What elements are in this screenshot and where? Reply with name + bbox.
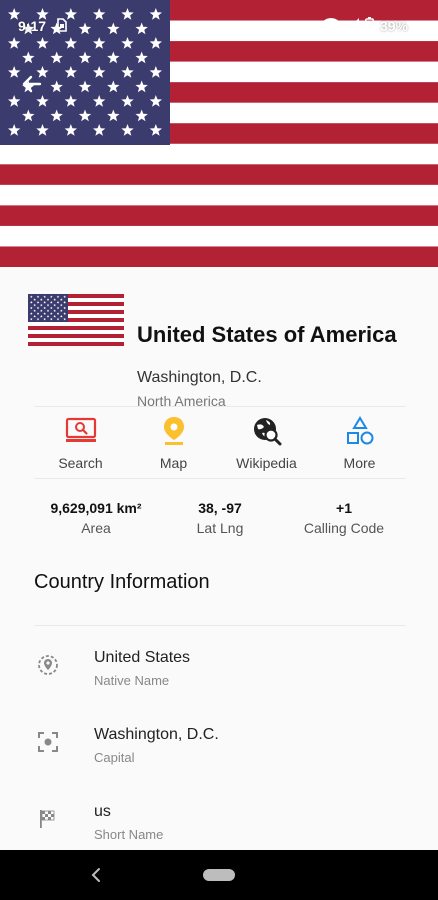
info-value: Washington, D.C. bbox=[94, 726, 219, 743]
info-label: Native Name bbox=[94, 673, 170, 688]
wikipedia-label: Wikipedia bbox=[236, 455, 297, 471]
search-label: Search bbox=[58, 455, 103, 471]
info-row-native-name[interactable]: United States Native Name bbox=[0, 649, 438, 709]
battery-percent: 39% bbox=[379, 18, 408, 34]
divider bbox=[34, 625, 406, 626]
sim-icon bbox=[56, 17, 68, 35]
stat-value: 38, -97 bbox=[198, 500, 242, 516]
stat-label: Lat Lng bbox=[196, 520, 244, 536]
country-capital: Washington, D.C. bbox=[137, 369, 262, 386]
back-button[interactable] bbox=[14, 66, 50, 102]
center-focus-icon bbox=[36, 730, 60, 754]
stat-calling-code: +1 Calling Code bbox=[268, 500, 420, 536]
location-target-icon bbox=[36, 653, 60, 677]
search-monitor-icon bbox=[65, 415, 97, 447]
signal-icon bbox=[344, 17, 359, 35]
content-panel: United States of America Washington, D.C… bbox=[0, 267, 438, 850]
stats-row: 9,629,091 km² Area 38, -97 Lat Lng +1 Ca… bbox=[20, 500, 420, 536]
info-row-capital[interactable]: Washington, D.C. Capital bbox=[0, 726, 438, 786]
status-bar: 9:17 39% bbox=[0, 0, 438, 52]
map-button[interactable]: Map bbox=[127, 415, 220, 471]
info-value: us bbox=[94, 803, 111, 820]
country-flag-thumbnail bbox=[28, 294, 124, 347]
wikipedia-button[interactable]: Wikipedia bbox=[220, 415, 313, 471]
stat-label: Calling Code bbox=[303, 520, 385, 536]
wikipedia-globe-icon bbox=[252, 415, 282, 447]
stat-value: 9,629,091 km² bbox=[50, 500, 142, 516]
stat-label: Area bbox=[81, 520, 111, 536]
status-time: 9:17 bbox=[18, 18, 47, 34]
stat-latlng: 38, -97 Lat Lng bbox=[172, 500, 268, 536]
arrow-left-icon bbox=[22, 75, 42, 93]
nav-home-pill[interactable] bbox=[203, 869, 235, 881]
system-nav-bar bbox=[0, 850, 438, 900]
shapes-icon bbox=[345, 415, 375, 447]
info-label: Capital bbox=[94, 750, 135, 765]
more-button[interactable]: More bbox=[313, 415, 406, 471]
map-pin-icon bbox=[162, 415, 186, 447]
country-summary: United States of America Washington, D.C… bbox=[28, 294, 418, 414]
wifi-icon bbox=[322, 18, 339, 34]
divider bbox=[34, 406, 406, 407]
battery-icon bbox=[365, 17, 374, 35]
divider bbox=[34, 478, 406, 479]
search-button[interactable]: Search bbox=[34, 415, 127, 471]
info-value: United States bbox=[94, 649, 191, 666]
action-row: Search Map Wikipedia More bbox=[34, 415, 406, 471]
checkered-flag-icon bbox=[36, 807, 60, 831]
nav-back-button[interactable] bbox=[84, 862, 108, 888]
chevron-left-icon bbox=[91, 868, 100, 882]
stat-area: 9,629,091 km² Area bbox=[20, 500, 172, 536]
map-label: Map bbox=[159, 455, 188, 471]
country-name: United States of America bbox=[137, 322, 397, 347]
stat-value: +1 bbox=[336, 500, 352, 516]
more-label: More bbox=[343, 455, 376, 471]
section-title: Country Information bbox=[34, 571, 210, 593]
info-label: Short Name bbox=[94, 827, 164, 842]
